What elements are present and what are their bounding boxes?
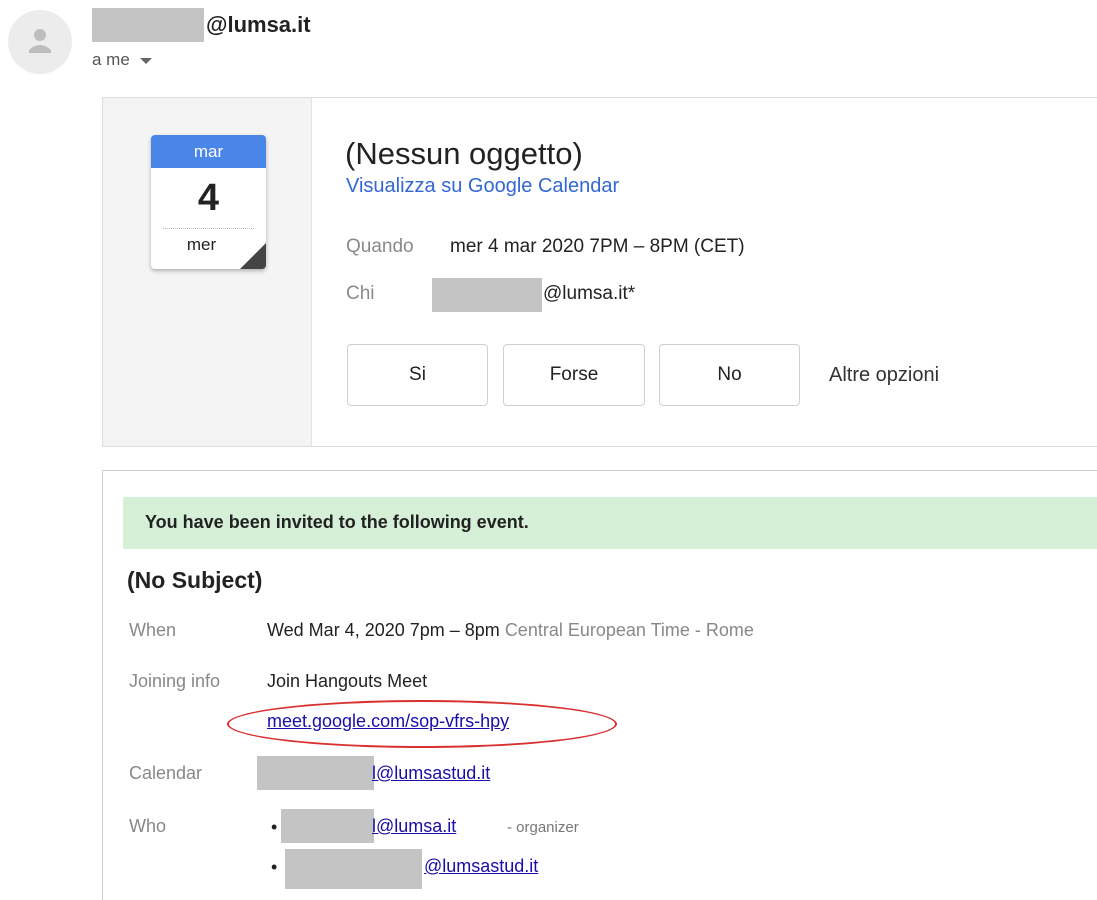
person-icon	[29, 29, 51, 53]
page-fold-icon	[240, 243, 266, 269]
event-subject: (No Subject)	[127, 567, 263, 593]
attendee-email-link[interactable]: @lumsastud.it	[424, 856, 538, 877]
sender-email-domain: @lumsa.it	[206, 12, 311, 37]
organizer-role-label: - organizer	[507, 819, 579, 836]
when-value: mer 4 mar 2020 7PM – 8PM (CET)	[450, 236, 745, 257]
banner-text: You have been invited to the following e…	[145, 512, 529, 532]
redacted-sender-name	[92, 8, 204, 42]
redacted-calendar-owner	[257, 756, 374, 790]
organizer-email-link[interactable]: l@lumsa.it	[372, 816, 456, 837]
recipient-label: a me	[92, 50, 130, 69]
body-when-label: When	[129, 620, 177, 640]
body-when-value: Wed Mar 4, 2020 7pm – 8pm Central Europe…	[267, 620, 754, 641]
who-value: @lumsa.it*	[543, 283, 636, 304]
calendar-date-icon: mar 4 mer	[151, 135, 266, 269]
invitation-banner: You have been invited to the following e…	[123, 497, 1097, 549]
when-label: Quando	[346, 236, 414, 257]
calendar-email-link[interactable]: l@lumsastud.it	[372, 763, 490, 784]
calendar-day: 4	[197, 177, 220, 219]
body-when-timezone: Central European Time - Rome	[504, 620, 754, 640]
joining-info-label: Joining info	[129, 671, 221, 691]
calendar-divider	[163, 228, 254, 229]
calendar-label: Calendar	[129, 763, 203, 783]
caret-down-icon	[139, 58, 152, 64]
attendee-bullet: •	[271, 857, 278, 877]
calendar-invite-card: mar 4 mer (Nessun oggetto) Visualizza su…	[102, 97, 1097, 447]
who-label: Chi	[346, 283, 375, 304]
calendar-month: mar	[151, 135, 266, 168]
email-body: You have been invited to the following e…	[102, 470, 1097, 900]
view-in-google-calendar-link[interactable]: Visualizza su Google Calendar	[346, 175, 619, 198]
attendee-bullet: •	[271, 817, 278, 837]
meet-link[interactable]: meet.google.com/sop-vfrs-hpy	[267, 711, 509, 732]
invite-date-panel: mar 4 mer	[103, 98, 312, 446]
rsvp-maybe-button[interactable]: Forse	[503, 344, 645, 406]
redacted-guest-name	[432, 278, 542, 312]
redacted-organizer-name	[281, 809, 374, 843]
sender-avatar[interactable]	[8, 10, 72, 74]
body-when-time: Wed Mar 4, 2020 7pm – 8pm	[267, 620, 500, 640]
joining-info-value: Join Hangouts Meet	[267, 671, 428, 691]
more-options-link[interactable]: Altre opzioni	[829, 364, 939, 387]
invite-title: (Nessun oggetto)	[345, 136, 583, 171]
recipient-details-toggle[interactable]: a me	[92, 50, 152, 70]
who-label-body: Who	[129, 816, 167, 836]
rsvp-no-button[interactable]: No	[659, 344, 800, 406]
rsvp-yes-button[interactable]: Si	[347, 344, 488, 406]
redacted-attendee-name	[285, 849, 422, 889]
